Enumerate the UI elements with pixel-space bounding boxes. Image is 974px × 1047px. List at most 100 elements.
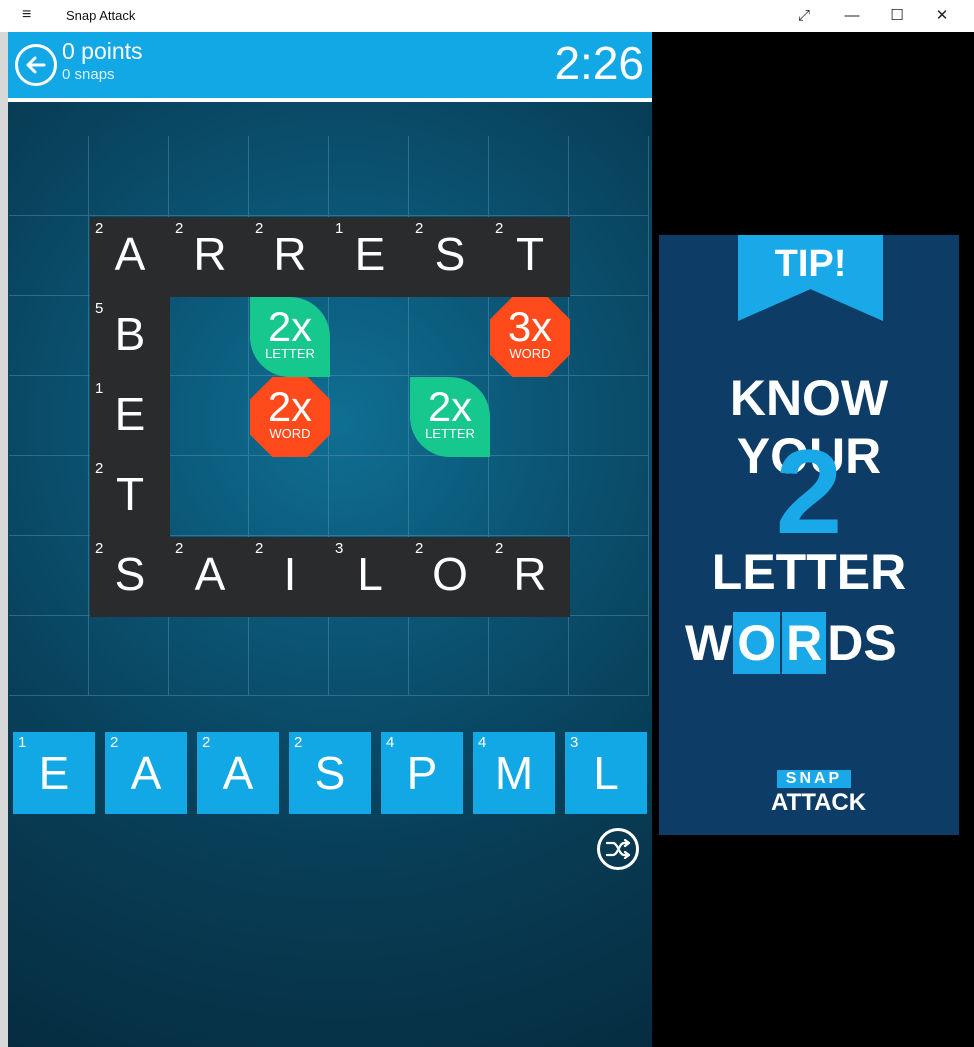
tile-letter: S: [114, 548, 146, 600]
tile-letter: E: [354, 228, 386, 280]
tile-letter: R: [513, 548, 547, 600]
tile-letter: L: [357, 548, 383, 600]
game-board: 2 A 2 R 2 R 1 E 2 S 2 T 5 B 1 E 2 T 2 S 2 A 2 I 3 L 2 O 2 R 2x LETTER 3x…: [9, 136, 651, 698]
score-header: 0 points 0 snaps 2:26: [8, 32, 652, 98]
bonus-type: LETTER: [265, 346, 315, 361]
maximize-button[interactable]: ☐: [881, 4, 913, 28]
bonus-multiplier: 2x: [427, 383, 473, 430]
rack-tile[interactable]: 4P: [381, 732, 463, 814]
rack-tile-letter: E: [38, 747, 70, 799]
board-cell[interactable]: [329, 136, 409, 216]
rack-tile[interactable]: 1E: [13, 732, 95, 814]
board-tile: 2I: [250, 537, 330, 617]
tile-letter: B: [114, 308, 146, 360]
board-cell[interactable]: [329, 296, 409, 376]
board-cell[interactable]: [329, 376, 409, 456]
bonus-square[interactable]: 3x WORD: [490, 297, 570, 377]
board-cell[interactable]: [489, 456, 569, 536]
board-cell[interactable]: [569, 376, 649, 456]
points-label: 0 points: [62, 38, 143, 64]
board-cell[interactable]: [9, 456, 89, 536]
board-cell[interactable]: [9, 616, 89, 696]
board-cell[interactable]: [9, 296, 89, 376]
board-cell[interactable]: [569, 136, 649, 216]
board-cell[interactable]: [409, 136, 489, 216]
board-cell[interactable]: [489, 376, 569, 456]
board-tile: 2S: [410, 217, 490, 297]
board-cell[interactable]: [569, 216, 649, 296]
countdown-timer: 2:26: [554, 37, 644, 89]
board-cell[interactable]: [9, 136, 89, 216]
board-tile: 3L: [330, 537, 410, 617]
board-cell[interactable]: [409, 456, 489, 536]
board-cell[interactable]: [329, 616, 409, 696]
bonus-multiplier: 3x: [507, 303, 553, 350]
bonus-type: WORD: [509, 346, 551, 361]
back-button[interactable]: [15, 44, 57, 86]
board-tile: 2O: [410, 537, 490, 617]
board-cell[interactable]: [9, 536, 89, 616]
board-cell[interactable]: [249, 616, 329, 696]
board-cell[interactable]: [329, 456, 409, 536]
bonus-type: WORD: [269, 426, 311, 441]
board-tile: 2R: [170, 217, 250, 297]
board-cell[interactable]: [89, 136, 169, 216]
window-title: Snap Attack: [66, 8, 136, 23]
back-arrow-icon: [26, 56, 46, 74]
shuffle-button[interactable]: [597, 828, 639, 870]
ad-words-text: W O R DS: [685, 612, 897, 678]
board-cell[interactable]: [249, 456, 329, 536]
close-button[interactable]: ✕: [926, 4, 958, 28]
board-cell[interactable]: [169, 296, 249, 376]
rack-tile[interactable]: 2A: [105, 732, 187, 814]
board-cell[interactable]: [249, 136, 329, 216]
board-cell[interactable]: [169, 376, 249, 456]
bonus-square[interactable]: 2x WORD: [250, 377, 330, 457]
board-cell[interactable]: [569, 616, 649, 696]
board-cell[interactable]: [569, 536, 649, 616]
bonus-multiplier: 2x: [267, 303, 313, 350]
board-cell[interactable]: [489, 616, 569, 696]
tile-letter: R: [273, 228, 307, 280]
bonus-square[interactable]: 2x LETTER: [250, 297, 330, 377]
board-cell[interactable]: [569, 296, 649, 376]
rack-tile[interactable]: 4M: [473, 732, 555, 814]
ad-number: 2: [775, 425, 843, 559]
board-tile: 2R: [250, 217, 330, 297]
window-frame-left: [0, 32, 8, 1047]
expand-icon[interactable]: ⤢: [788, 4, 820, 28]
board-cell[interactable]: [9, 376, 89, 456]
rack-tile[interactable]: 2S: [289, 732, 371, 814]
rack-tile[interactable]: 2A: [197, 732, 279, 814]
board-tile: 2T: [90, 457, 170, 537]
board-tile: 1E: [330, 217, 410, 297]
tile-letter: S: [434, 228, 466, 280]
board-cell[interactable]: [569, 456, 649, 536]
board-cell[interactable]: [89, 616, 169, 696]
board-cell[interactable]: [169, 136, 249, 216]
bonus-type: LETTER: [425, 426, 475, 441]
board-tile: 2T: [490, 217, 570, 297]
shuffle-icon: [606, 839, 631, 859]
game-area: 0 points 0 snaps 2:26 2A2R2R1E2S2T5B1E2T…: [8, 32, 652, 1047]
ad-words-highlight: O: [733, 612, 781, 674]
minimize-button[interactable]: —: [836, 4, 868, 28]
board-tile: 2A: [90, 217, 170, 297]
board-cell[interactable]: [409, 616, 489, 696]
tip-label: TIP!: [774, 243, 847, 285]
hamburger-menu-icon[interactable]: ≡: [22, 6, 31, 24]
ad-words-highlight: R: [782, 612, 827, 674]
logo-attack: ATTACK: [771, 789, 867, 816]
bonus-multiplier: 2x: [267, 383, 313, 430]
board-cell[interactable]: [409, 296, 489, 376]
tip-advertisement[interactable]: TIP! KNOW YOUR 2 LETTER W O R DS SNAP ATTAC…: [659, 235, 959, 835]
bonus-square[interactable]: 2x LETTER: [410, 377, 490, 457]
tile-letter: I: [283, 548, 297, 600]
board-cell[interactable]: [169, 456, 249, 536]
board-cell[interactable]: [169, 616, 249, 696]
tile-letter: R: [193, 228, 227, 280]
header-divider: [8, 98, 652, 102]
board-cell[interactable]: [9, 216, 89, 296]
board-cell[interactable]: [489, 136, 569, 216]
rack-tile[interactable]: 3L: [565, 732, 647, 814]
